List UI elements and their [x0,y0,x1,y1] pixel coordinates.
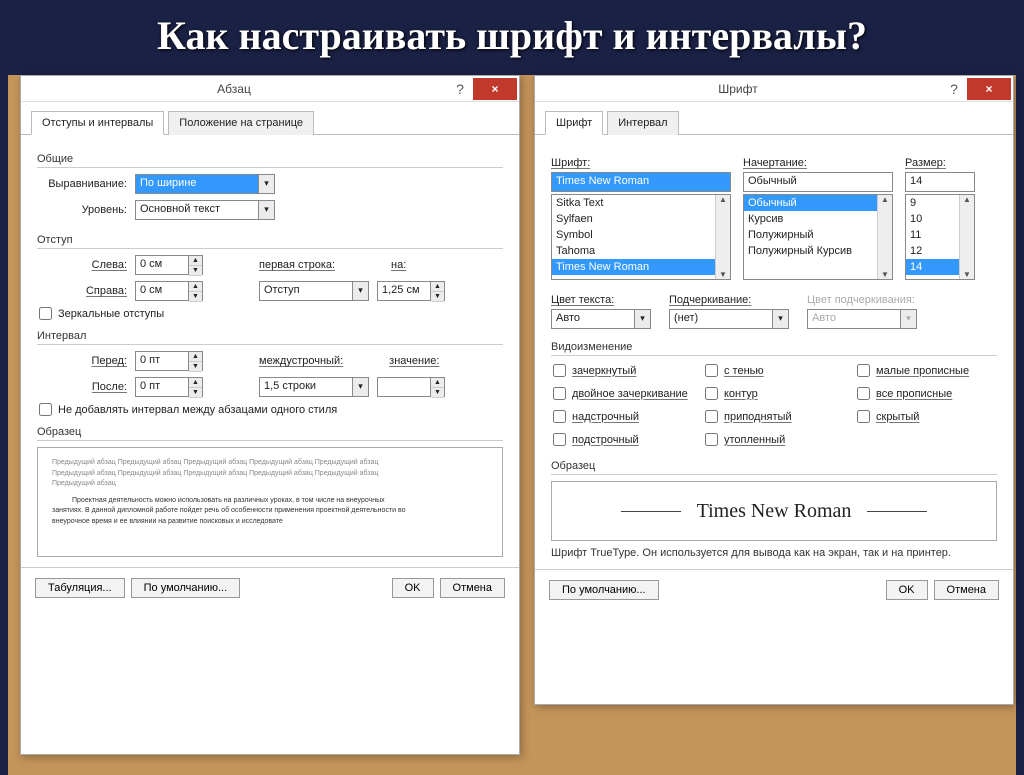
underline-label: Подчеркивание: [669,294,789,306]
cancel-button[interactable]: Отмена [440,578,505,598]
slide-canvas: Абзац ? × Отступы и интервалы Положение … [8,75,1016,775]
slide-title: Как настраивать шрифт и интервалы? [0,0,1024,75]
cancel-button[interactable]: Отмена [934,580,999,600]
mod-checkbox[interactable]: скрытый [857,410,995,423]
mod-checkbox[interactable]: надстрочный [553,410,691,423]
group-sample: Образец [37,426,503,441]
close-icon[interactable]: × [967,78,1011,100]
style-label: Начертание: [743,157,893,169]
tab-interval[interactable]: Интервал [607,111,678,135]
dialog-title: Абзац [21,82,447,96]
chevron-down-icon: ▾ [352,378,368,396]
group-spacing: Интервал [37,330,503,345]
firstline-label: первая строка: [259,259,335,271]
chevron-down-icon: ▾ [258,201,274,219]
tab-indents[interactable]: Отступы и интервалы [31,111,164,135]
size-input[interactable]: 14 [905,172,975,192]
font-dialog: Шрифт ? × Шрифт Интервал Шрифт: Times Ne… [534,75,1014,705]
scrollbar[interactable] [877,195,892,279]
font-list[interactable]: Sitka Text Sylfaen Symbol Tahoma Times N… [551,194,731,280]
help-icon[interactable]: ? [941,81,967,97]
color-label: Цвет текста: [551,294,651,306]
mirror-checkbox[interactable]: Зеркальные отступы [39,307,501,320]
button-row: Табуляция... По умолчанию... OK Отмена [21,567,519,608]
help-icon[interactable]: ? [447,81,473,97]
level-label: Уровень: [37,204,127,216]
right-label: Справа: [37,285,127,297]
tabs: Отступы и интервалы Положение на страниц… [21,102,519,135]
tabs-button[interactable]: Табуляция... [35,578,125,598]
size-label: Размер: [905,157,975,169]
scrollbar[interactable] [715,195,730,279]
tabs: Шрифт Интервал [535,102,1013,135]
paragraph-dialog: Абзац ? × Отступы и интервалы Положение … [20,75,520,755]
size-list[interactable]: 9 10 11 12 14 [905,194,975,280]
mod-checkbox[interactable]: подстрочный [553,433,691,446]
close-icon[interactable]: × [473,78,517,100]
level-combo[interactable]: Основной текст ▾ [135,200,275,220]
scrollbar[interactable] [959,195,974,279]
ucolor-combo: Авто ▾ [807,309,917,329]
align-combo[interactable]: По ширине ▾ [135,174,275,194]
mod-checkbox[interactable]: контур [705,387,843,400]
sample-preview: Times New Roman [551,481,997,541]
before-spin[interactable]: 0 пт ▲▼ [135,351,203,371]
group-indent: Отступ [37,234,503,249]
mods-grid: зачеркнутый с тенью малые прописные двой… [551,360,997,450]
on-label: на: [391,259,406,271]
style-input[interactable]: Обычный [743,172,893,192]
ok-button[interactable]: OK [392,578,434,598]
dialog-title: Шрифт [535,82,941,96]
content: Шрифт: Times New Roman Sitka Text Sylfae… [535,143,1013,569]
color-combo[interactable]: Авто ▾ [551,309,651,329]
nospace-checkbox[interactable]: Не добавлять интервал между абзацами одн… [39,403,501,416]
font-input[interactable]: Times New Roman [551,172,731,192]
mod-checkbox[interactable]: все прописные [857,387,995,400]
before-label: Перед: [37,355,127,367]
default-button[interactable]: По умолчанию... [549,580,659,600]
right-spin[interactable]: 0 см ▲▼ [135,281,203,301]
titlebar: Абзац ? × [21,76,519,102]
footnote: Шрифт TrueType. Он используется для выво… [551,547,997,559]
after-label: После: [37,381,127,393]
tab-font[interactable]: Шрифт [545,111,603,135]
ok-button[interactable]: OK [886,580,928,600]
mod-checkbox[interactable]: зачеркнутый [553,364,691,377]
default-button[interactable]: По умолчанию... [131,578,241,598]
left-spin[interactable]: 0 см ▲▼ [135,255,203,275]
titlebar: Шрифт ? × [535,76,1013,102]
group-sample: Образец [551,460,997,475]
left-label: Слева: [37,259,127,271]
button-row: По умолчанию... OK Отмена [535,569,1013,610]
value-label: значение: [389,355,439,367]
tab-position[interactable]: Положение на странице [168,111,314,135]
underline-combo[interactable]: (нет) ▾ [669,309,789,329]
after-spin[interactable]: 0 пт ▲▼ [135,377,203,397]
ucolor-label: Цвет подчеркивания: [807,294,917,306]
chevron-down-icon: ▾ [258,175,274,193]
on-spin[interactable]: 1,25 см ▲▼ [377,281,445,301]
preview: Предыдущий абзац Предыдущий абзац Предыд… [37,447,503,557]
chevron-down-icon: ▾ [772,310,788,328]
chevron-down-icon: ▾ [634,310,650,328]
group-modifications: Видоизменение [551,341,997,356]
value-spin[interactable]: ▲▼ [377,377,445,397]
content: Общие Выравнивание: По ширине ▾ Уровень:… [21,143,519,567]
mod-checkbox[interactable]: утопленный [705,433,843,446]
mod-checkbox[interactable]: малые прописные [857,364,995,377]
mod-checkbox[interactable]: с тенью [705,364,843,377]
mod-checkbox[interactable]: двойное зачеркивание [553,387,691,400]
group-general: Общие [37,153,503,168]
style-list[interactable]: Обычный Курсив Полужирный Полужирный Кур… [743,194,893,280]
chevron-down-icon: ▾ [352,282,368,300]
align-label: Выравнивание: [37,178,127,190]
firstline-combo[interactable]: Отступ ▾ [259,281,369,301]
font-label: Шрифт: [551,157,731,169]
line-label: междустрочный: [259,355,343,367]
mod-checkbox[interactable]: приподнятый [705,410,843,423]
chevron-down-icon: ▾ [900,310,916,328]
line-combo[interactable]: 1,5 строки ▾ [259,377,369,397]
